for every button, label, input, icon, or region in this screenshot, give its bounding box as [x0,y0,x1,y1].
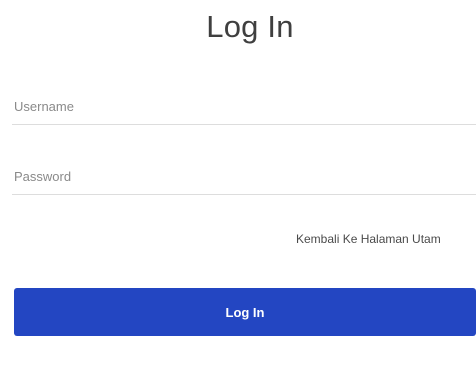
back-to-home-link[interactable]: Kembali Ke Halaman Utam [296,232,476,246]
username-field[interactable] [12,88,476,125]
page-title: Log In [206,9,294,44]
password-field[interactable] [12,158,476,195]
password-input[interactable] [12,158,476,194]
login-button[interactable]: Log In [14,288,476,336]
username-input[interactable] [12,88,476,124]
login-button-label: Log In [225,304,265,320]
login-page: Log In Kembali Ke Halaman Utam Log In [0,0,476,373]
